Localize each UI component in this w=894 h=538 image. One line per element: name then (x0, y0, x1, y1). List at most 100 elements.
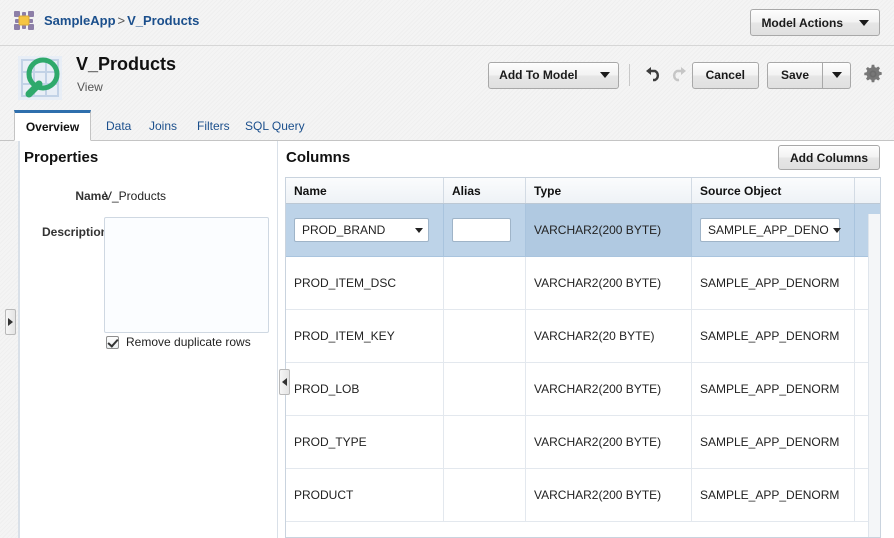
tab-bar: Overview Data Joins Filters SQL Query (0, 110, 894, 141)
columns-title: Columns (286, 149, 351, 166)
properties-panel: Properties Name V_Products Description R… (19, 141, 278, 538)
cell-name[interactable]: PROD_BRAND (286, 204, 444, 256)
add-to-model-label: Add To Model (499, 68, 578, 82)
chevron-down-icon (832, 227, 841, 233)
cell-type: VARCHAR2(200 BYTE) (526, 363, 692, 415)
column-header-extra[interactable] (855, 178, 880, 203)
left-splitter-handle[interactable] (5, 309, 16, 335)
cell-name[interactable]: PROD_ITEM_KEY (286, 310, 444, 362)
tab-filters[interactable]: Filters (186, 110, 241, 141)
middle-splitter-handle[interactable] (279, 369, 290, 395)
cell-type: VARCHAR2(200 BYTE) (526, 257, 692, 309)
row-source-select[interactable]: SAMPLE_APP_DENO (700, 218, 841, 242)
column-header-source-object[interactable]: Source Object (692, 178, 855, 203)
cell-source-object[interactable]: SAMPLE_APP_DENORM (692, 310, 855, 362)
cell-source-object[interactable]: SAMPLE_APP_DENORM (692, 416, 855, 468)
breadcrumb-separator: > (117, 13, 126, 28)
cell-alias[interactable] (444, 310, 526, 362)
chevron-left-icon (282, 378, 287, 386)
model-actions-button[interactable]: Model Actions (750, 9, 880, 36)
save-menu-button[interactable] (823, 61, 851, 89)
columns-grid-scrollbar[interactable] (868, 214, 880, 537)
left-collapse-rail (0, 141, 19, 538)
columns-panel: Columns Add Columns Name Alias Type Sour… (279, 141, 894, 538)
table-row[interactable]: PROD_ITEM_KEY VARCHAR2(20 BYTE) SAMPLE_A… (286, 310, 880, 363)
columns-grid: Name Alias Type Source Object PROD_BRAND (285, 177, 881, 538)
cell-name[interactable]: PROD_LOB (286, 363, 444, 415)
model-actions-label: Model Actions (761, 15, 843, 30)
tab-data-label: Data (106, 118, 132, 133)
cell-alias[interactable] (444, 416, 526, 468)
chevron-down-icon (859, 19, 869, 26)
chevron-right-icon (8, 318, 13, 326)
gear-icon (863, 64, 883, 87)
table-row[interactable]: PROD_BRAND VARCHAR2(200 BYTE) SAMPLE_APP… (286, 204, 880, 257)
column-header-alias[interactable]: Alias (444, 178, 526, 203)
tab-overview-label: Overview (25, 119, 80, 134)
column-header-name[interactable]: Name (286, 178, 444, 203)
tab-filters-label: Filters (197, 118, 230, 133)
cell-name[interactable]: PROD_ITEM_DSC (286, 257, 444, 309)
table-row[interactable]: PROD_LOB VARCHAR2(200 BYTE) SAMPLE_APP_D… (286, 363, 880, 416)
remove-duplicate-rows-label: Remove duplicate rows (126, 335, 251, 349)
cell-name[interactable]: PROD_TYPE (286, 416, 444, 468)
tab-joins[interactable]: Joins (138, 110, 188, 141)
page-title: V_Products (76, 54, 177, 74)
cell-name[interactable]: PRODUCT (286, 469, 444, 521)
name-value: V_Products (104, 189, 167, 203)
cell-alias[interactable] (444, 469, 526, 521)
breadcrumb-bar: SampleApp > V_Products Model Actions (0, 0, 894, 46)
chevron-down-icon (831, 72, 842, 78)
cell-source-object[interactable]: SAMPLE_APP_DENORM (692, 469, 855, 521)
name-label: Name (75, 189, 108, 203)
breadcrumb-root-link[interactable]: SampleApp (44, 13, 116, 28)
grid-empty-space (286, 522, 880, 537)
undo-button[interactable] (640, 62, 666, 88)
table-row[interactable]: PROD_TYPE VARCHAR2(200 BYTE) SAMPLE_APP_… (286, 416, 880, 469)
content-area: Properties Name V_Products Description R… (0, 141, 894, 538)
properties-title: Properties (24, 149, 99, 166)
chevron-down-icon (599, 72, 610, 78)
row-name-select-value: PROD_BRAND (302, 223, 386, 237)
tab-data[interactable]: Data (95, 110, 142, 141)
application-window: SampleApp > V_Products Model Actions V_P… (0, 0, 894, 538)
row-source-select-value: SAMPLE_APP_DENO (708, 223, 829, 237)
app-cube-icon (14, 11, 34, 30)
breadcrumb: SampleApp > V_Products (44, 13, 199, 28)
columns-grid-header: Name Alias Type Source Object (286, 178, 880, 204)
add-columns-button[interactable]: Add Columns (778, 145, 880, 170)
add-to-model-button[interactable]: Add To Model (488, 61, 619, 89)
object-type-subtitle: View (77, 80, 103, 94)
remove-duplicate-rows-row[interactable]: Remove duplicate rows (106, 335, 251, 349)
redo-button (666, 62, 692, 88)
cell-source-object[interactable]: SAMPLE_APP_DENO (692, 204, 855, 256)
cell-type: VARCHAR2(20 BYTE) (526, 310, 692, 362)
cell-type: VARCHAR2(200 BYTE) (526, 469, 692, 521)
view-magnifier-icon (12, 50, 68, 106)
description-label: Description (41, 225, 108, 239)
row-name-select[interactable]: PROD_BRAND (294, 218, 429, 242)
settings-button[interactable] (860, 62, 886, 88)
row-alias-input[interactable] (452, 218, 511, 242)
table-row[interactable]: PRODUCT VARCHAR2(200 BYTE) SAMPLE_APP_DE… (286, 469, 880, 522)
tab-joins-label: Joins (149, 118, 178, 133)
toolbar-divider (628, 64, 630, 86)
breadcrumb-current: V_Products (127, 13, 200, 28)
cell-source-object[interactable]: SAMPLE_APP_DENORM (692, 257, 855, 309)
save-button[interactable]: Save (766, 61, 823, 89)
cell-alias[interactable] (444, 257, 526, 309)
remove-duplicate-rows-checkbox[interactable] (106, 335, 119, 349)
description-field[interactable] (104, 217, 269, 333)
tab-sql-query[interactable]: SQL Query (234, 110, 316, 141)
cell-type: VARCHAR2(200 BYTE) (526, 416, 692, 468)
cell-alias[interactable] (444, 363, 526, 415)
column-header-type[interactable]: Type (526, 178, 692, 203)
tab-sql-query-label: SQL Query (245, 118, 305, 133)
cell-type: VARCHAR2(200 BYTE) (526, 204, 692, 256)
table-row[interactable]: PROD_ITEM_DSC VARCHAR2(200 BYTE) SAMPLE_… (286, 257, 880, 310)
cell-source-object[interactable]: SAMPLE_APP_DENORM (692, 363, 855, 415)
cancel-button[interactable]: Cancel (691, 61, 759, 89)
cell-alias[interactable] (444, 204, 526, 256)
undo-arrow-icon (643, 66, 663, 85)
tab-overview[interactable]: Overview (14, 110, 91, 141)
